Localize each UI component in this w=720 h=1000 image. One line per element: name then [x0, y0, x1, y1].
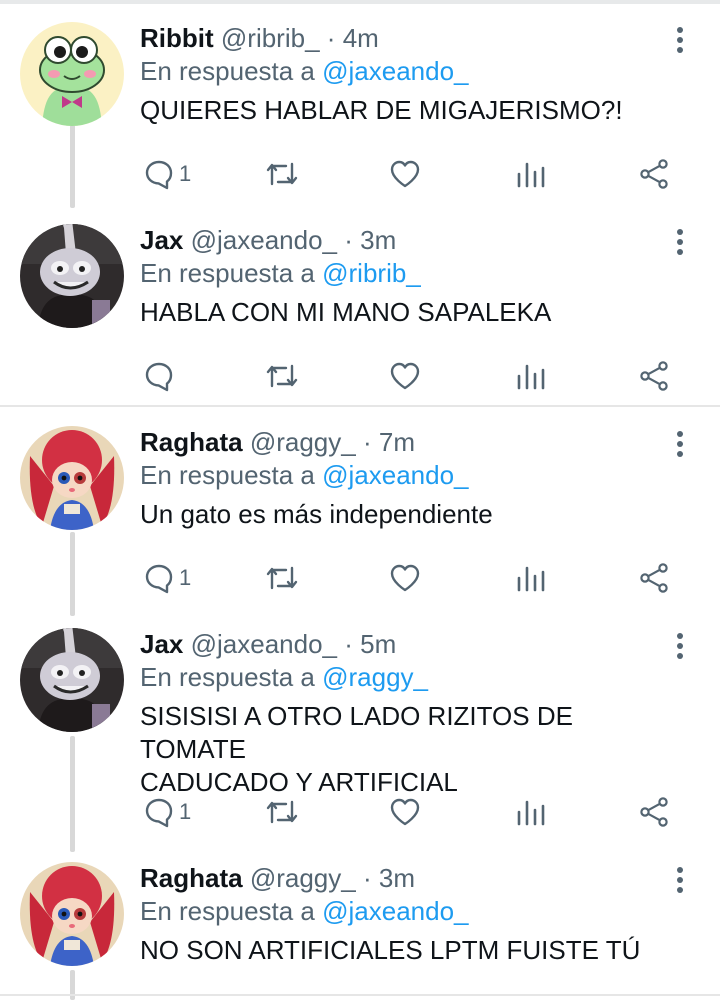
like-button[interactable] [389, 154, 421, 194]
timestamp[interactable]: 5m [360, 629, 396, 659]
like-icon [390, 362, 420, 390]
share-button[interactable] [638, 558, 670, 598]
separator-dot: · [344, 225, 353, 255]
tweet-text: SISISISI A OTRO LADO RIZITOS DE TOMATE C… [140, 701, 573, 797]
tweet-text: Un gato es más independiente [140, 499, 493, 529]
separator-dot: · [326, 23, 336, 53]
display-name[interactable]: Ribbit [140, 23, 214, 53]
reply-prefix: En respuesta a [140, 460, 315, 490]
reply-icon [145, 160, 173, 190]
conversation-divider [0, 405, 720, 407]
like-button[interactable] [389, 356, 421, 396]
stats-icon [517, 800, 545, 826]
reply-prefix: En respuesta a [140, 56, 315, 86]
avatar-raghata[interactable] [20, 426, 124, 530]
reply-mention[interactable]: @jaxeando_ [322, 460, 468, 490]
like-icon [390, 564, 420, 592]
reply-icon [145, 798, 173, 828]
share-button[interactable] [638, 356, 670, 396]
retweet-icon [266, 162, 298, 186]
avatar-raghata[interactable] [20, 862, 124, 966]
share-icon [640, 563, 668, 593]
reply-icon [145, 362, 173, 392]
more-icon[interactable] [670, 24, 690, 58]
like-icon [390, 160, 420, 188]
stats-button[interactable] [516, 558, 546, 598]
retweet-button[interactable] [264, 792, 300, 832]
reply-icon [145, 564, 173, 594]
reply-prefix: En respuesta a [140, 258, 315, 288]
more-icon[interactable] [670, 630, 690, 664]
separator-dot: · [344, 629, 353, 659]
retweet-button[interactable] [264, 154, 300, 194]
reply-mention[interactable]: @jaxeando_ [322, 896, 468, 926]
reply-button[interactable]: 1 [143, 558, 191, 598]
reply-prefix: En respuesta a [140, 662, 315, 692]
reply-prefix: En respuesta a [140, 896, 315, 926]
retweet-icon [266, 566, 298, 590]
tweet-text: HABLA CON MI MANO SAPALEKA [140, 297, 552, 327]
more-icon[interactable] [670, 428, 690, 462]
tweet-text: NO SON ARTIFICIALES LPTM FUISTE TÚ [140, 935, 641, 965]
separator-dot: · [362, 427, 372, 457]
reply-mention[interactable]: @jaxeando_ [322, 56, 468, 86]
like-button[interactable] [389, 558, 421, 598]
stats-button[interactable] [516, 154, 546, 194]
user-handle[interactable]: @ribrib_ [221, 23, 320, 53]
user-handle[interactable]: @jaxeando_ [191, 225, 337, 255]
share-button[interactable] [638, 792, 670, 832]
retweet-icon [266, 364, 298, 388]
timestamp[interactable]: 3m [379, 863, 415, 893]
user-handle[interactable]: @raggy_ [250, 427, 356, 457]
avatar-ribbit[interactable] [20, 22, 124, 126]
share-icon [640, 361, 668, 391]
top-border [0, 0, 720, 4]
retweet-button[interactable] [264, 558, 300, 598]
timestamp[interactable]: 7m [379, 427, 415, 457]
retweet-icon [266, 800, 298, 824]
like-icon [390, 798, 420, 826]
timestamp[interactable]: 3m [360, 225, 396, 255]
timestamp[interactable]: 4m [343, 23, 379, 53]
share-button[interactable] [638, 154, 670, 194]
retweet-button[interactable] [264, 356, 300, 396]
reply-button[interactable]: 1 [143, 792, 191, 832]
stats-button[interactable] [516, 356, 546, 396]
reply-button[interactable] [143, 356, 179, 396]
stats-button[interactable] [516, 792, 546, 832]
reply-mention[interactable]: @raggy_ [322, 662, 428, 692]
stats-icon [517, 566, 545, 592]
display-name[interactable]: Jax [140, 225, 183, 255]
share-icon [640, 159, 668, 189]
reply-count: 1 [179, 799, 192, 824]
tweet-text: QUIERES HABLAR DE MIGAJERISMO?! [140, 95, 623, 125]
reply-button[interactable]: 1 [143, 154, 191, 194]
reply-mention[interactable]: @ribrib_ [322, 258, 421, 288]
display-name[interactable]: Raghata [140, 863, 243, 893]
reply-count: 1 [179, 161, 192, 186]
more-icon[interactable] [670, 226, 690, 260]
display-name[interactable]: Jax [140, 629, 183, 659]
display-name[interactable]: Raghata [140, 427, 243, 457]
share-icon [640, 797, 668, 827]
conversation-divider [0, 994, 720, 996]
separator-dot: · [362, 863, 372, 893]
stats-icon [517, 162, 545, 188]
avatar-jax[interactable] [20, 224, 124, 328]
stats-icon [517, 364, 545, 390]
avatar-jax[interactable] [20, 628, 124, 732]
reply-count: 1 [179, 565, 192, 590]
user-handle[interactable]: @jaxeando_ [191, 629, 337, 659]
like-button[interactable] [389, 792, 421, 832]
more-icon[interactable] [670, 864, 690, 898]
user-handle[interactable]: @raggy_ [250, 863, 356, 893]
